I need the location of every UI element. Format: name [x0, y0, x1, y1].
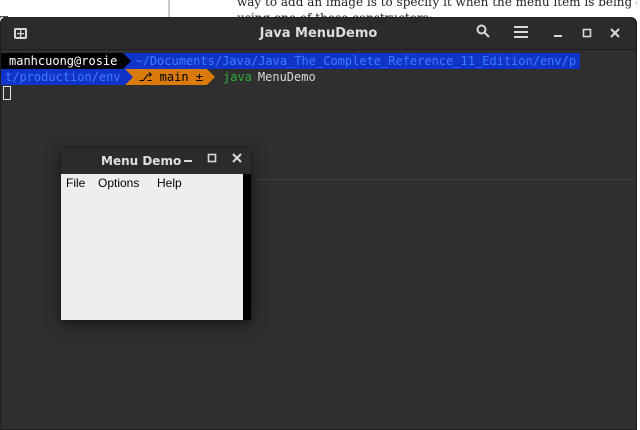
close-icon[interactable]	[605, 24, 625, 44]
menu-demo-window[interactable]: Menu Demo File Options Help	[60, 147, 252, 321]
prompt-line: manhcuong@rosie ~/Documents/Java/Java_The…	[1, 53, 636, 69]
prompt-path-continued: t/production/env	[1, 69, 125, 85]
command-argument: MenuDemo	[257, 70, 316, 84]
hamburger-menu-icon[interactable]	[511, 24, 531, 44]
prompt-separator-arrow	[123, 53, 132, 69]
menu-file[interactable]: File	[66, 176, 85, 190]
prompt-path: ~/Documents/Java/Java_The_Complete_Refer…	[131, 53, 581, 69]
search-icon[interactable]	[473, 24, 493, 44]
maximize-icon[interactable]	[203, 151, 221, 169]
terminal-title: Java MenuDemo	[259, 26, 378, 41]
prompt-git-branch: ⎇ main ±	[132, 69, 207, 85]
close-icon[interactable]	[228, 151, 246, 169]
menu-demo-content: File Options Help	[61, 174, 243, 320]
terminal-titlebar[interactable]: + Java MenuDemo	[1, 18, 636, 50]
command-name: java	[223, 70, 252, 84]
prompt-separator-arrow	[124, 69, 133, 85]
menu-help[interactable]: Help	[157, 176, 182, 190]
menu-bar: File Options Help	[61, 174, 243, 192]
minimize-icon[interactable]	[179, 151, 197, 169]
prompt-line-continued: t/production/env ⎇ main ± java MenuDemo	[1, 69, 636, 85]
document-line-1: way to add an image is to specify it whe…	[237, 0, 637, 9]
prompt-user-host: manhcuong@rosie	[1, 53, 124, 69]
menu-demo-title: Menu Demo	[101, 154, 182, 168]
faded-background-divider	[256, 179, 636, 180]
prompt-separator-arrow	[207, 69, 215, 85]
document-margin-line	[168, 0, 170, 18]
menu-options[interactable]: Options	[98, 176, 139, 190]
minimize-icon[interactable]	[548, 24, 568, 44]
window-edge-shadow	[243, 174, 251, 320]
menu-demo-titlebar[interactable]: Menu Demo	[61, 148, 251, 174]
terminal-cursor	[3, 86, 11, 100]
maximize-icon[interactable]	[577, 24, 597, 44]
